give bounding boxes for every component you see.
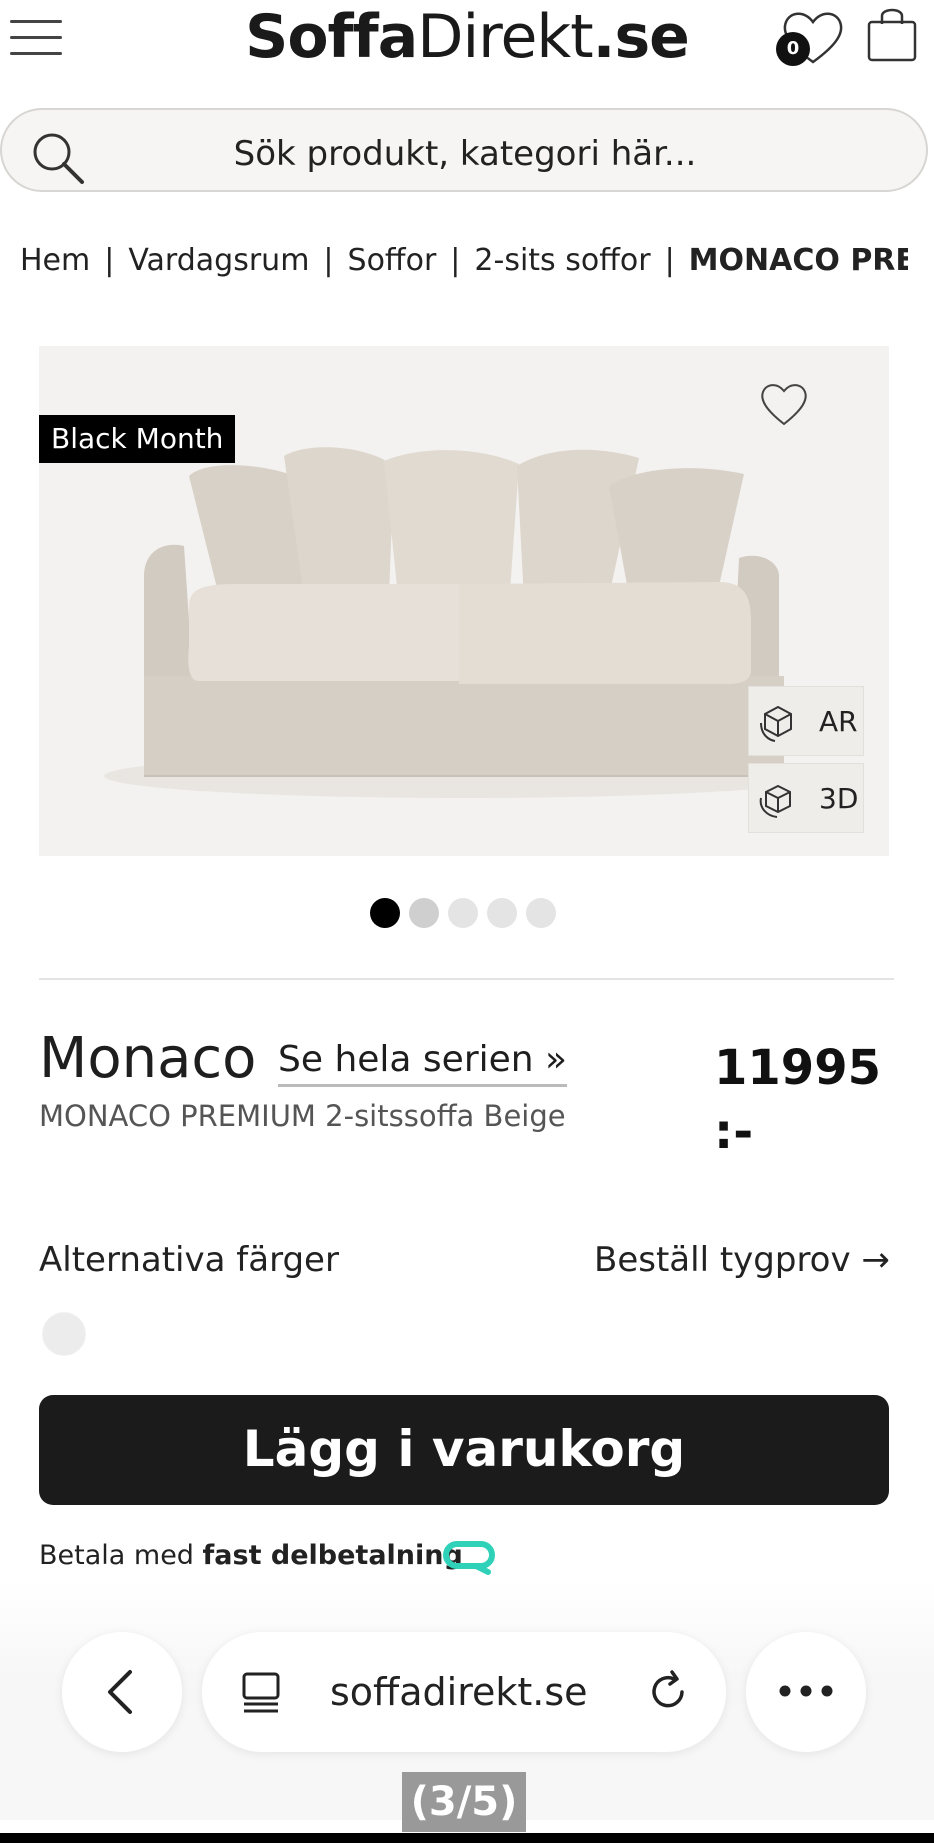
black-month-badge: Black Month bbox=[39, 415, 236, 463]
3d-cube-icon bbox=[759, 784, 791, 818]
see-whole-series-link[interactable]: Se hela serien » bbox=[278, 1036, 568, 1087]
breadcrumb-separator: | bbox=[104, 243, 115, 278]
payment-bold: fast delbetalning bbox=[202, 1540, 463, 1571]
browser-more-button[interactable] bbox=[746, 1632, 866, 1752]
logo-direkt: Direkt bbox=[417, 2, 593, 72]
pagination-dot[interactable] bbox=[448, 898, 478, 928]
reload-icon[interactable] bbox=[646, 1670, 690, 1714]
browser-url[interactable]: soffadirekt.se bbox=[330, 1664, 588, 1720]
breadcrumb-separator: | bbox=[323, 243, 334, 278]
ar-label: AR bbox=[819, 705, 858, 738]
tabs-icon[interactable] bbox=[240, 1670, 282, 1714]
shopping-bag-icon[interactable] bbox=[866, 6, 918, 62]
more-dots-icon bbox=[779, 1685, 833, 1697]
breadcrumb: Hem | Vardagsrum | Soffor | 2-sits soffor | MONA… bbox=[20, 236, 908, 286]
pagination-dot[interactable] bbox=[526, 898, 556, 928]
chevron-left-icon bbox=[108, 1670, 132, 1714]
screenshot-counter: (3/5) bbox=[402, 1772, 526, 1832]
order-fabric-sample-link[interactable]: Beställ tygprov → bbox=[594, 1236, 890, 1284]
3d-label: 3D bbox=[819, 782, 859, 815]
color-swatch[interactable] bbox=[42, 1312, 86, 1356]
add-to-cart-button[interactable]: Lägg i varukorg bbox=[39, 1395, 889, 1505]
breadcrumb-separator: | bbox=[450, 243, 461, 278]
breadcrumb-soffor[interactable]: Soffor bbox=[348, 243, 437, 278]
breadcrumb-current: MONACO PREMIU bbox=[688, 243, 908, 278]
order-sample-label: Beställ tygprov bbox=[594, 1240, 851, 1280]
pagination-dot-active[interactable] bbox=[370, 898, 400, 928]
breadcrumb-home[interactable]: Hem bbox=[20, 243, 90, 278]
payment-info: Betala med fast delbetalning bbox=[39, 1536, 463, 1576]
logo-soffa: Soffa bbox=[245, 2, 418, 72]
payment-prefix: Betala med bbox=[39, 1540, 194, 1571]
payment-provider-logo-icon bbox=[443, 1541, 495, 1575]
logo-se: .se bbox=[592, 2, 690, 72]
wishlist-count-badge: 0 bbox=[776, 32, 810, 66]
ar-cube-icon bbox=[760, 705, 792, 742]
search-input-placeholder[interactable]: Sök produkt, kategori här... bbox=[100, 130, 830, 178]
browser-back-button[interactable] bbox=[62, 1632, 182, 1752]
breadcrumb-separator: | bbox=[664, 243, 675, 278]
product-price: 11995 :- bbox=[714, 1040, 881, 1160]
alternative-colors-label: Alternativa färger bbox=[39, 1240, 339, 1280]
breadcrumb-vardagsrum[interactable]: Vardagsrum bbox=[128, 243, 309, 278]
bottom-edge bbox=[0, 1833, 934, 1843]
product-series-name: Monaco bbox=[39, 1026, 257, 1091]
product-subtitle: MONACO PREMIUM 2-sitssoffa Beige bbox=[39, 1099, 566, 1133]
pagination-dot[interactable] bbox=[487, 898, 517, 928]
search-icon[interactable] bbox=[30, 130, 86, 186]
arrow-right-icon: → bbox=[861, 1240, 890, 1280]
ar-view-button[interactable]: AR bbox=[748, 686, 864, 756]
pagination-dot[interactable] bbox=[409, 898, 439, 928]
divider bbox=[39, 978, 894, 980]
3d-view-button[interactable]: 3D bbox=[748, 763, 864, 833]
breadcrumb-2-sits-soffor[interactable]: 2-sits soffor bbox=[474, 243, 650, 278]
favorite-heart-icon[interactable] bbox=[758, 380, 810, 428]
